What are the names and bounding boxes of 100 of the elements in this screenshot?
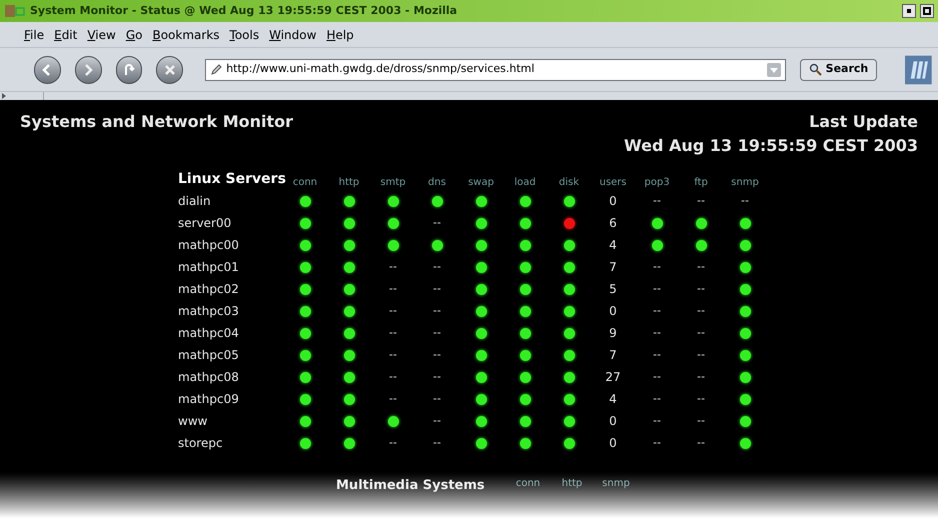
column-header: dns bbox=[428, 176, 446, 190]
user-count: 4 bbox=[609, 237, 617, 254]
no-data-text: -- bbox=[697, 280, 705, 297]
no-data-text: -- bbox=[389, 434, 397, 451]
user-count: 5 bbox=[609, 281, 617, 298]
no-data-text: -- bbox=[741, 192, 749, 209]
no-data-text: -- bbox=[433, 434, 441, 451]
stop-button[interactable] bbox=[156, 56, 184, 84]
maximize-button[interactable] bbox=[920, 4, 934, 18]
no-data-text: -- bbox=[653, 368, 661, 385]
minimize-button[interactable] bbox=[902, 4, 916, 18]
column-header: snmp bbox=[602, 477, 630, 491]
no-data-text: -- bbox=[697, 324, 705, 341]
back-button[interactable] bbox=[34, 56, 61, 84]
user-count: 0 bbox=[609, 303, 617, 320]
page-title: Systems and Network Monitor bbox=[20, 111, 294, 133]
user-count: 0 bbox=[609, 435, 617, 452]
user-count: 0 bbox=[609, 193, 617, 210]
pencil-icon bbox=[210, 64, 222, 76]
host-name: storepc bbox=[178, 435, 224, 452]
host-name: www bbox=[178, 413, 208, 430]
section-title: Multimedia Systems bbox=[336, 477, 486, 495]
no-data-text: -- bbox=[389, 302, 397, 319]
no-data-text: -- bbox=[433, 324, 441, 341]
no-data-text: -- bbox=[389, 390, 397, 407]
no-data-text: -- bbox=[653, 302, 661, 319]
no-data-text: -- bbox=[697, 258, 705, 275]
host-name: mathpc08 bbox=[178, 369, 240, 386]
no-data-text: -- bbox=[433, 412, 441, 429]
host-name: mathpc00 bbox=[178, 237, 240, 254]
last-update-label: Last Update bbox=[809, 111, 918, 133]
menu-item[interactable]: View bbox=[87, 26, 116, 44]
no-data-text: -- bbox=[697, 302, 705, 319]
column-header: load bbox=[514, 176, 536, 190]
section-title: Linux Servers bbox=[178, 170, 283, 189]
user-count: 6 bbox=[609, 215, 617, 232]
user-count: 27 bbox=[605, 369, 621, 386]
no-data-text: -- bbox=[389, 324, 397, 341]
no-data-text: -- bbox=[433, 346, 441, 363]
no-data-text: -- bbox=[433, 214, 441, 231]
user-count: 7 bbox=[609, 347, 617, 364]
host-name: dialin bbox=[178, 193, 212, 210]
forward-button[interactable] bbox=[74, 56, 102, 84]
no-data-text: -- bbox=[653, 390, 661, 407]
no-data-text: -- bbox=[389, 280, 397, 297]
app-icon bbox=[4, 3, 26, 19]
column-header: conn bbox=[516, 477, 540, 491]
column-header: users bbox=[599, 176, 627, 190]
no-data-text: -- bbox=[697, 390, 705, 407]
no-data-text: -- bbox=[653, 258, 661, 275]
column-header: pop3 bbox=[644, 176, 670, 190]
host-name: mathpc01 bbox=[178, 259, 240, 276]
column-header: ftp bbox=[694, 176, 708, 190]
host-name: mathpc03 bbox=[178, 303, 240, 320]
menu-item[interactable]: Go bbox=[126, 26, 142, 44]
no-data-text: -- bbox=[697, 368, 705, 385]
no-data-text: -- bbox=[433, 368, 441, 385]
column-header: http bbox=[338, 176, 360, 190]
column-header: disk bbox=[558, 176, 580, 190]
no-data-text: -- bbox=[389, 368, 397, 385]
window-title: System Monitor - Status @ Wed Aug 13 19:55:59 CEST 2003 - Mozilla bbox=[30, 2, 458, 19]
no-data-text: -- bbox=[653, 434, 661, 451]
no-data-text: -- bbox=[433, 280, 441, 297]
search-icon bbox=[808, 63, 822, 76]
user-count: 9 bbox=[609, 325, 617, 342]
column-header: snmp bbox=[731, 176, 759, 190]
host-name: mathpc02 bbox=[178, 281, 240, 298]
no-data-text: -- bbox=[389, 346, 397, 363]
menu-item[interactable]: Bookmarks bbox=[152, 26, 220, 44]
last-update-time: Wed Aug 13 19:55:59 CEST 2003 bbox=[624, 135, 918, 157]
column-header: smtp bbox=[380, 176, 406, 190]
no-data-text: -- bbox=[653, 280, 661, 297]
user-count: 0 bbox=[609, 413, 617, 430]
reload-button[interactable] bbox=[116, 56, 142, 84]
column-header: swap bbox=[468, 176, 494, 190]
menu-item[interactable]: Window bbox=[269, 26, 316, 44]
no-data-text: -- bbox=[389, 258, 397, 275]
triangle-icon bbox=[2, 93, 6, 99]
no-data-text: -- bbox=[433, 390, 441, 407]
menu-item[interactable]: Edit bbox=[54, 26, 78, 44]
menu-item[interactable]: Tools bbox=[230, 26, 260, 44]
menu-item[interactable]: File bbox=[24, 26, 44, 44]
no-data-text: -- bbox=[653, 324, 661, 341]
user-count: 7 bbox=[609, 259, 617, 276]
no-data-text: -- bbox=[697, 346, 705, 363]
no-data-text: -- bbox=[653, 192, 661, 209]
column-header: http bbox=[562, 477, 582, 491]
url-field[interactable]: http://www.uni-math.gwdg.de/dross/snmp/services.html bbox=[205, 58, 786, 80]
no-data-text: -- bbox=[653, 412, 661, 429]
host-name: mathpc05 bbox=[178, 347, 240, 364]
no-data-text: -- bbox=[433, 258, 441, 275]
search-button[interactable]: Search bbox=[800, 58, 878, 80]
no-data-text: -- bbox=[653, 346, 661, 363]
menu-item[interactable]: Help bbox=[326, 26, 354, 44]
no-data-text: -- bbox=[433, 302, 441, 319]
no-data-text: -- bbox=[697, 412, 705, 429]
user-count: 4 bbox=[609, 391, 617, 408]
no-data-text: -- bbox=[697, 192, 705, 209]
column-header: conn bbox=[292, 176, 318, 190]
host-name: mathpc09 bbox=[178, 391, 240, 408]
